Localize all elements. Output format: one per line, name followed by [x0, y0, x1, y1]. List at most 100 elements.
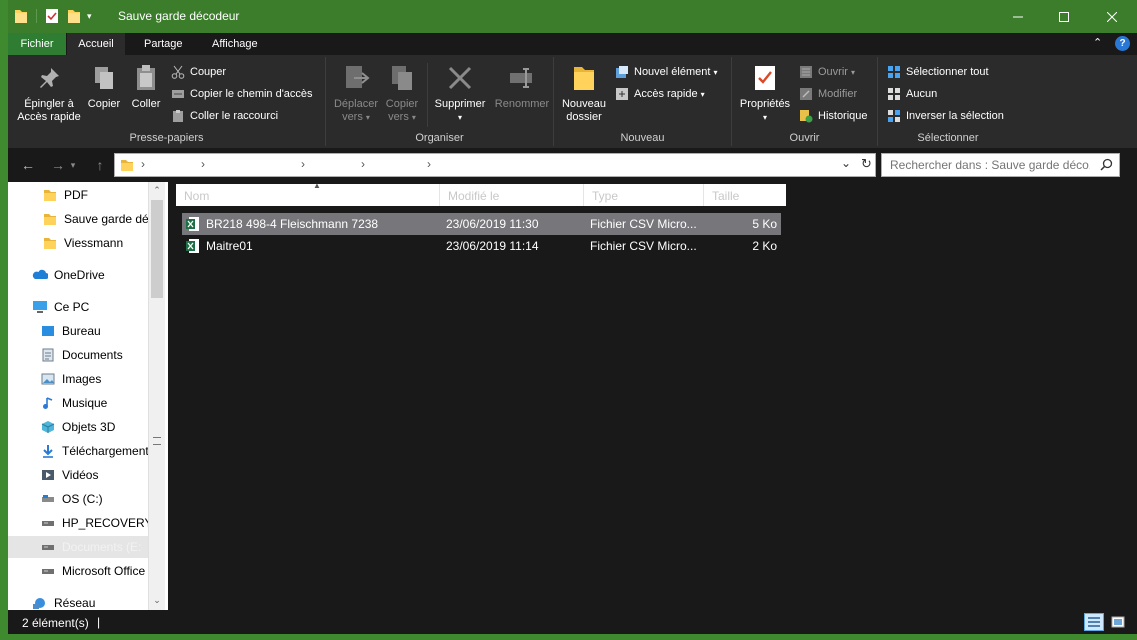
nav-item-viessmann[interactable]: Viessmann: [8, 232, 148, 254]
tab-affichage[interactable]: Affichage: [202, 33, 268, 55]
nav-item-images[interactable]: Images: [8, 368, 148, 390]
ribbon-collapse-icon[interactable]: ⌃: [1093, 36, 1102, 49]
easy-access-button[interactable]: Accès rapide ▾: [614, 84, 705, 104]
move-to-button[interactable]: Déplacer vers ▾: [332, 62, 380, 124]
new-folder-button[interactable]: Nouveau dossier: [558, 62, 610, 124]
new-folder-icon[interactable]: [67, 8, 81, 24]
scroll-down-button[interactable]: ⌄: [149, 592, 165, 608]
recent-locations-button[interactable]: ▾: [66, 155, 80, 175]
scrollbar-thumb[interactable]: [151, 200, 163, 298]
folder-icon: [42, 187, 58, 203]
open-button[interactable]: Ouvrir ▾: [798, 62, 855, 82]
customize-quick-access-icon[interactable]: ▾: [87, 11, 99, 22]
nav-item-pdf[interactable]: PDF: [8, 184, 148, 206]
file-size: 2 Ko: [752, 239, 777, 253]
nav-item-label: Ce PC: [54, 300, 90, 314]
select-all-button[interactable]: Sélectionner tout: [886, 62, 989, 82]
new-group-label: Nouveau: [620, 132, 665, 144]
edit-button[interactable]: Modifier: [798, 84, 857, 104]
copy-path-icon: [170, 86, 186, 102]
search-box[interactable]: [881, 153, 1120, 177]
nav-item-os-c[interactable]: OS (C:): [8, 488, 148, 510]
up-button[interactable]: ↑: [88, 155, 112, 175]
nav-item-videos[interactable]: Vidéos: [8, 464, 148, 486]
nav-item-musique[interactable]: Musique: [8, 392, 148, 414]
copy-icon: [88, 62, 120, 94]
properties-check-icon[interactable]: [45, 8, 59, 24]
column-modified[interactable]: Modifié le: [440, 184, 584, 206]
copy-button[interactable]: Copier: [86, 62, 122, 111]
properties-button[interactable]: Propriétés ▾: [736, 62, 794, 124]
tab-accueil[interactable]: Accueil: [67, 33, 125, 55]
nav-item-ce-pc[interactable]: Ce PC: [8, 296, 148, 318]
downloads-icon: [40, 443, 56, 459]
column-name[interactable]: Nom: [176, 184, 440, 206]
folder-icon: [42, 235, 58, 251]
invert-selection-button[interactable]: Inverser la sélection: [886, 106, 1004, 126]
nav-item-label: Documents: [62, 348, 123, 362]
nav-item-bureau[interactable]: Bureau: [8, 320, 148, 342]
nav-item-label: Musique: [62, 396, 108, 410]
navigation-scrollbar[interactable]: ⌃ ⌄: [148, 182, 165, 610]
maximize-button[interactable]: [1041, 0, 1087, 33]
folder-icon: [14, 8, 28, 24]
invert-selection-icon: [886, 108, 902, 124]
ribbon-tabs: Fichier Accueil Partage Affichage ⌃ ?: [8, 33, 1137, 55]
search-input[interactable]: [890, 157, 1090, 173]
file-row[interactable]: Maitre01 23/06/2019 11:14 Fichier CSV Mi…: [182, 235, 781, 257]
nav-item-hp-recovery[interactable]: HP_RECOVERY (: [8, 512, 148, 534]
paste-shortcut-button[interactable]: Coller le raccourci: [170, 106, 278, 126]
select-none-button[interactable]: Aucun: [886, 84, 937, 104]
large-icons-view-button[interactable]: [1108, 613, 1128, 631]
new-item-button[interactable]: Nouvel élément ▾: [614, 62, 717, 82]
cut-button[interactable]: Couper: [170, 62, 226, 82]
status-bar: 2 élément(s) |: [8, 610, 1137, 634]
paste-button[interactable]: Coller: [128, 62, 164, 111]
nav-item-label: HP_RECOVERY (: [62, 516, 148, 530]
nav-item-onedrive[interactable]: OneDrive: [8, 264, 148, 286]
copy-label: Copier: [87, 98, 121, 110]
refresh-icon[interactable]: ↻: [861, 156, 872, 172]
nav-item-documents[interactable]: Documents: [8, 344, 148, 366]
minimize-button[interactable]: [995, 0, 1041, 33]
move-label-1: Déplacer: [333, 98, 379, 110]
nav-item-documents-e[interactable]: Documents (E:: [8, 536, 148, 558]
nav-item-microsoft-office[interactable]: Microsoft Office: [8, 560, 148, 582]
close-button[interactable]: [1087, 0, 1137, 33]
organize-group-label: Organiser: [415, 132, 464, 144]
help-icon[interactable]: ?: [1115, 36, 1130, 51]
nav-item-sauve-garde[interactable]: Sauve garde déc: [8, 208, 148, 230]
column-size[interactable]: Taille: [704, 184, 786, 206]
details-view-button[interactable]: [1084, 613, 1104, 631]
group-clipboard: Épingler à Accès rapide Copier Coller Co…: [8, 57, 326, 146]
address-dropdown-icon[interactable]: ⌄: [841, 156, 851, 170]
search-icon[interactable]: [1100, 158, 1113, 174]
tab-fichier[interactable]: Fichier: [8, 33, 66, 55]
column-type[interactable]: Type: [584, 184, 704, 206]
file-name: Maitre01: [206, 239, 253, 253]
pin-icon: [33, 62, 65, 94]
scroll-up-button[interactable]: ⌃: [149, 182, 165, 198]
delete-button[interactable]: Supprimer ▾: [432, 62, 488, 124]
nav-item-objets-3d[interactable]: Objets 3D: [8, 416, 148, 438]
nav-item-telechargements[interactable]: Téléchargements: [8, 440, 148, 462]
back-button[interactable]: ←: [16, 155, 40, 175]
address-folder-icon: [120, 158, 134, 175]
chevron-down-icon: ▾: [70, 159, 76, 170]
copy-to-label-2: vers: [388, 111, 409, 123]
history-button[interactable]: Historique: [798, 106, 868, 126]
rename-label: Renommer: [494, 98, 550, 110]
nav-item-label: Bureau: [62, 324, 101, 338]
tab-partage[interactable]: Partage: [134, 33, 193, 55]
address-bar[interactable]: › › › › › ⌄ ↻: [114, 153, 876, 177]
copy-to-button[interactable]: Copier vers ▾: [382, 62, 422, 124]
copy-path-label: Copier le chemin d'accès: [190, 88, 313, 100]
nav-item-label: Sauve garde déc: [64, 212, 148, 226]
title-bar: ▾ Sauve garde décodeur: [8, 0, 1137, 33]
file-row[interactable]: BR218 498-4 Fleischmann 7238 23/06/2019 …: [182, 213, 781, 235]
move-to-icon: [340, 62, 372, 94]
copy-path-button[interactable]: Copier le chemin d'accès: [170, 84, 313, 104]
rename-button[interactable]: Renommer: [494, 62, 550, 111]
file-type: Fichier CSV Micro...: [590, 239, 697, 253]
pin-quick-access-button[interactable]: Épingler à Accès rapide: [12, 62, 86, 124]
